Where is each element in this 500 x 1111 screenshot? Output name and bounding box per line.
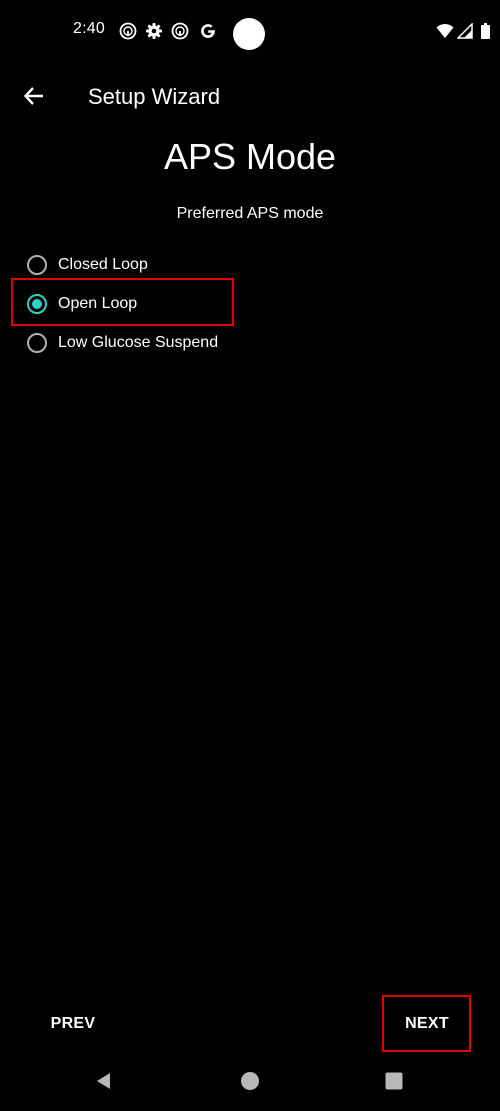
- arrow-back-icon: [23, 85, 45, 112]
- camera-cutout: [233, 18, 265, 50]
- app-title: Setup Wizard: [88, 84, 221, 109]
- page-title: APS Mode: [163, 136, 337, 177]
- radio-unchecked-icon: [27, 332, 47, 353]
- nav-home-button[interactable]: [237, 1070, 263, 1096]
- battery-icon: [481, 23, 490, 39]
- gear-icon: [145, 22, 163, 40]
- radio-label: Open Loop: [58, 294, 138, 312]
- nav-recents-button[interactable]: [381, 1070, 407, 1096]
- prev-button[interactable]: PREV: [40, 1000, 106, 1048]
- back-triangle-icon: [94, 1071, 114, 1096]
- aps-mode-radio-group: Closed Loop Open Loop Low Glucose Suspen…: [24, 245, 324, 362]
- speedometer-icon: [171, 22, 189, 40]
- radio-label: Closed Loop: [58, 255, 148, 273]
- recents-square-icon: [384, 1071, 404, 1096]
- status-time: 2:40: [73, 20, 105, 37]
- home-circle-icon: [240, 1071, 260, 1096]
- status-bar: 2:40: [0, 0, 500, 64]
- radio-option-open-loop[interactable]: Open Loop: [24, 284, 324, 323]
- wifi-icon: [436, 23, 454, 39]
- system-nav-bar: [0, 1056, 500, 1111]
- page-subtitle: Preferred APS mode: [176, 205, 324, 222]
- next-button[interactable]: NEXT: [386, 1000, 468, 1048]
- google-g-icon: [199, 22, 217, 40]
- radio-option-low-glucose-suspend[interactable]: Low Glucose Suspend: [24, 323, 324, 362]
- radio-option-closed-loop[interactable]: Closed Loop: [24, 245, 324, 284]
- back-button[interactable]: [14, 80, 54, 116]
- radio-checked-icon: [27, 293, 47, 314]
- radio-label: Low Glucose Suspend: [58, 333, 219, 351]
- signal-icon: [457, 23, 473, 39]
- speedometer-icon: [119, 22, 137, 40]
- nav-back-button[interactable]: [91, 1070, 117, 1096]
- radio-unchecked-icon: [27, 254, 47, 275]
- app-bar: Setup Wizard: [0, 66, 500, 130]
